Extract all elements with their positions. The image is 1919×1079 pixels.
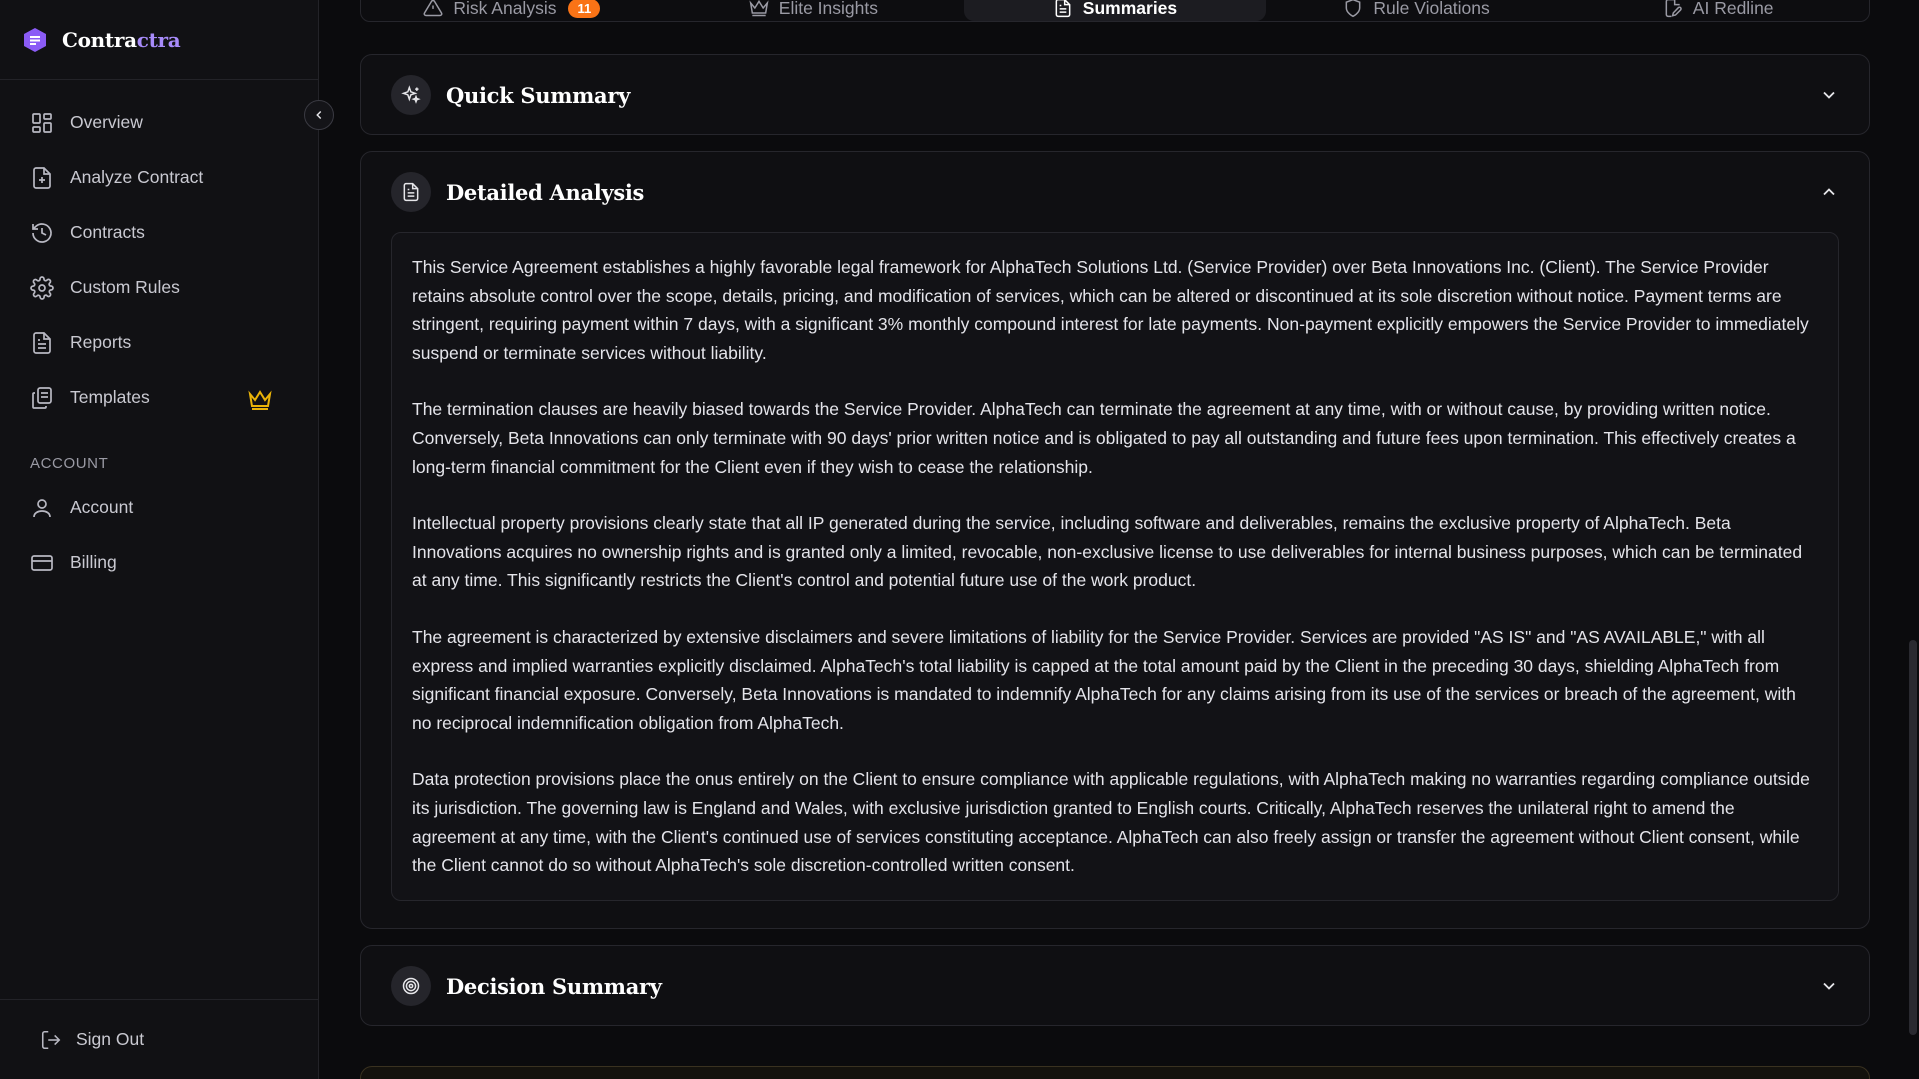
collapse-sidebar-button[interactable] <box>304 100 334 130</box>
tab-summaries[interactable]: Summaries <box>964 0 1266 21</box>
quick-summary-title: Quick Summary <box>446 82 631 108</box>
brand-logo-icon <box>24 27 46 52</box>
sidebar-item-label: Custom Rules <box>70 277 180 297</box>
detailed-analysis-card: Detailed Analysis This Service Agreement… <box>360 151 1870 929</box>
sidebar-item-label: Billing <box>70 552 117 572</box>
file-plus-icon <box>33 166 51 189</box>
chevron-down-icon[interactable] <box>1819 976 1839 996</box>
target-icon <box>402 977 420 995</box>
risk-count-badge: 11 <box>568 0 601 18</box>
brand[interactable]: Contractra <box>0 0 318 80</box>
chevron-up-icon[interactable] <box>1819 182 1839 202</box>
file-text-icon <box>33 331 51 354</box>
sidebar-item-label: Templates <box>70 387 150 407</box>
sidebar-item-analyze-contract[interactable]: Analyze Contract <box>0 150 318 205</box>
sidebar-item-templates[interactable]: Templates <box>0 370 318 425</box>
detailed-analysis-title: Detailed Analysis <box>446 179 645 205</box>
tab-label: AI Redline <box>1692 0 1774 18</box>
tab-rule-violations[interactable]: Rule Violations <box>1266 0 1568 21</box>
quick-summary-icon-wrap <box>391 75 431 115</box>
sidebar-item-account[interactable]: Account <box>0 480 318 535</box>
sidebar-item-label: Reports <box>70 332 132 352</box>
detailed-analysis-header[interactable]: Detailed Analysis <box>361 152 1869 232</box>
main-nav: Overview Analyze Contract Contracts Cust… <box>0 80 318 590</box>
grid-icon <box>32 112 52 133</box>
decision-summary-card: Decision Summary <box>360 945 1870 1026</box>
detailed-analysis-content: This Service Agreement establishes a hig… <box>391 232 1839 901</box>
log-out-icon <box>41 1030 61 1049</box>
detailed-analysis-icon-wrap <box>391 172 431 212</box>
sign-out-button[interactable]: Sign Out <box>40 1029 144 1051</box>
tab-elite-insights[interactable]: Elite Insights <box>663 0 965 21</box>
quick-summary-header[interactable]: Quick Summary <box>361 55 1869 135</box>
tab-risk-analysis[interactable]: Risk Analysis 11 <box>361 0 663 21</box>
analysis-paragraph: The termination clauses are heavily bias… <box>412 399 1796 477</box>
quick-summary-card: Quick Summary <box>360 54 1870 135</box>
sidebar-item-label: Account <box>70 497 134 517</box>
app-root: Contractra Overview Analyze Contract Con… <box>0 0 1919 1079</box>
credit-card-icon <box>31 554 53 571</box>
chevron-left-icon <box>316 110 322 120</box>
analysis-paragraph: This Service Agreement establishes a hig… <box>412 257 1809 363</box>
sidebar-item-billing[interactable]: Billing <box>0 535 318 590</box>
brand-name: Contractra <box>62 27 181 52</box>
account-section-label: ACCOUNT <box>30 455 109 472</box>
scrollbar-thumb[interactable] <box>1909 640 1917 1035</box>
gear-icon <box>30 275 54 300</box>
sidebar-item-label: Analyze Contract <box>70 167 204 187</box>
tab-ai-redline[interactable]: AI Redline <box>1567 0 1869 21</box>
warning-icon <box>423 0 443 17</box>
decision-summary-title: Decision Summary <box>446 973 662 999</box>
user-icon <box>33 498 51 517</box>
analysis-paragraph: The agreement is characterized by extens… <box>412 626 1796 733</box>
sidebar-item-label: Overview <box>70 112 143 132</box>
sidebar-item-label: Contracts <box>70 222 145 242</box>
decision-summary-header[interactable]: Decision Summary <box>361 946 1869 1026</box>
sign-out-label: Sign Out <box>76 1029 145 1049</box>
next-card-partial <box>360 1066 1870 1079</box>
crown-icon <box>749 0 769 17</box>
sidebar-item-overview[interactable]: Overview <box>0 95 318 150</box>
file-text-icon <box>403 182 419 202</box>
sparkle-icon <box>401 85 421 104</box>
sidebar: Contractra Overview Analyze Contract Con… <box>0 0 319 1079</box>
tab-label: Summaries <box>1082 0 1178 18</box>
crown-icon <box>248 390 272 410</box>
sign-out-section: Sign Out <box>0 999 318 1079</box>
shield-icon <box>1345 0 1361 18</box>
tab-label: Risk Analysis <box>453 0 557 18</box>
tab-label: Rule Violations <box>1373 0 1490 18</box>
chevron-down-icon[interactable] <box>1819 85 1839 105</box>
file-text-icon <box>1055 0 1071 18</box>
analysis-paragraph: Intellectual property provisions clearly… <box>412 513 1803 591</box>
copy-icon <box>32 386 52 409</box>
sidebar-item-contracts[interactable]: Contracts <box>0 205 318 260</box>
history-icon <box>32 222 52 243</box>
tab-bar: Risk Analysis 11 Elite Insights Summarie… <box>360 0 1870 22</box>
sidebar-item-custom-rules[interactable]: Custom Rules <box>0 260 318 315</box>
main-content: Risk Analysis 11 Elite Insights Summarie… <box>320 0 1919 1079</box>
file-edit-icon <box>1665 0 1682 18</box>
analysis-paragraph: Data protection provisions place the onu… <box>412 769 1810 876</box>
sidebar-item-reports[interactable]: Reports <box>0 315 318 370</box>
decision-summary-icon-wrap <box>391 966 431 1006</box>
tab-label: Elite Insights <box>778 0 878 18</box>
